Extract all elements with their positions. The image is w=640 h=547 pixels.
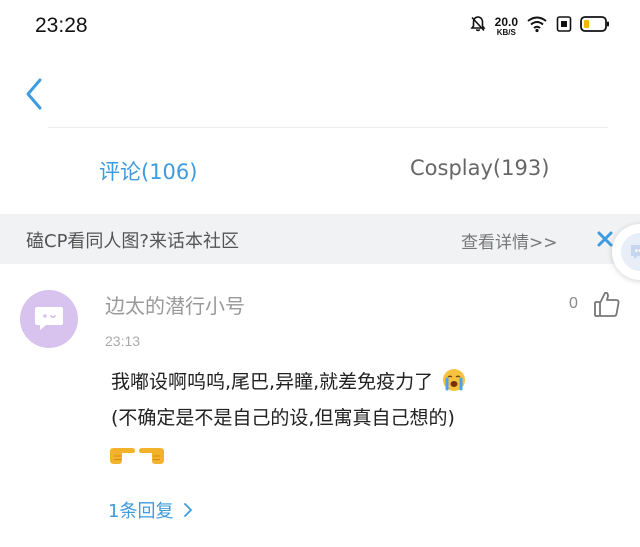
comment-username[interactable]: 边太的潜行小号 <box>105 290 245 319</box>
comment-text-line-1: 我嘟设啊呜呜,尾巴,异瞳,就差免疫力了 <box>111 367 466 397</box>
crying-face-emoji <box>442 368 466 397</box>
pointing-right-hand-emoji <box>108 442 136 470</box>
net-speed-unit: KB/S <box>496 27 516 37</box>
chevron-left-icon <box>26 78 42 110</box>
net-speed-value: 20.0 <box>494 14 518 29</box>
status-bar: 23:28 20.0 KB/S <box>0 0 640 52</box>
comment-emoji-row <box>108 442 166 470</box>
replies-count-label: 1条回复 <box>108 501 174 522</box>
banner-details-link[interactable]: 查看详情>> <box>461 228 558 253</box>
like-count: 0 <box>569 295 578 312</box>
wifi-icon <box>526 15 548 37</box>
pointing-left-hand-emoji <box>138 442 166 470</box>
like-button[interactable] <box>592 289 622 319</box>
comment-text-line-2: (不确定是不是自己的设,但寓真自己想的) <box>111 407 455 429</box>
header-divider <box>48 127 608 128</box>
battery-icon <box>580 15 610 37</box>
thumbs-up-icon <box>594 291 620 317</box>
view-replies-link[interactable]: 1条回复 <box>108 497 193 523</box>
tab-cosplay[interactable]: Cosplay(193) <box>410 156 549 180</box>
promo-banner: 磕CP看同人图?来话本社区 查看详情>> <box>0 214 640 264</box>
mute-bell-icon <box>469 15 487 37</box>
banner-text: 磕CP看同人图?来话本社区 <box>26 231 239 252</box>
chat-bubble-icon <box>621 233 640 271</box>
chevron-right-icon <box>184 503 193 517</box>
comment-line-1-text: 我嘟设啊呜呜,尾巴,异瞳,就差免疫力了 <box>111 371 434 393</box>
network-speed: 20.0 KB/S <box>495 16 518 37</box>
sim-icon <box>556 15 572 37</box>
status-icons: 20.0 KB/S <box>469 14 610 38</box>
status-time: 23:28 <box>35 14 88 37</box>
comment-timestamp: 23:13 <box>105 333 141 349</box>
chat-bubble-icon <box>35 307 63 330</box>
back-button[interactable] <box>22 74 50 114</box>
tab-comments[interactable]: 评论(106) <box>99 156 197 186</box>
avatar[interactable] <box>20 290 78 348</box>
